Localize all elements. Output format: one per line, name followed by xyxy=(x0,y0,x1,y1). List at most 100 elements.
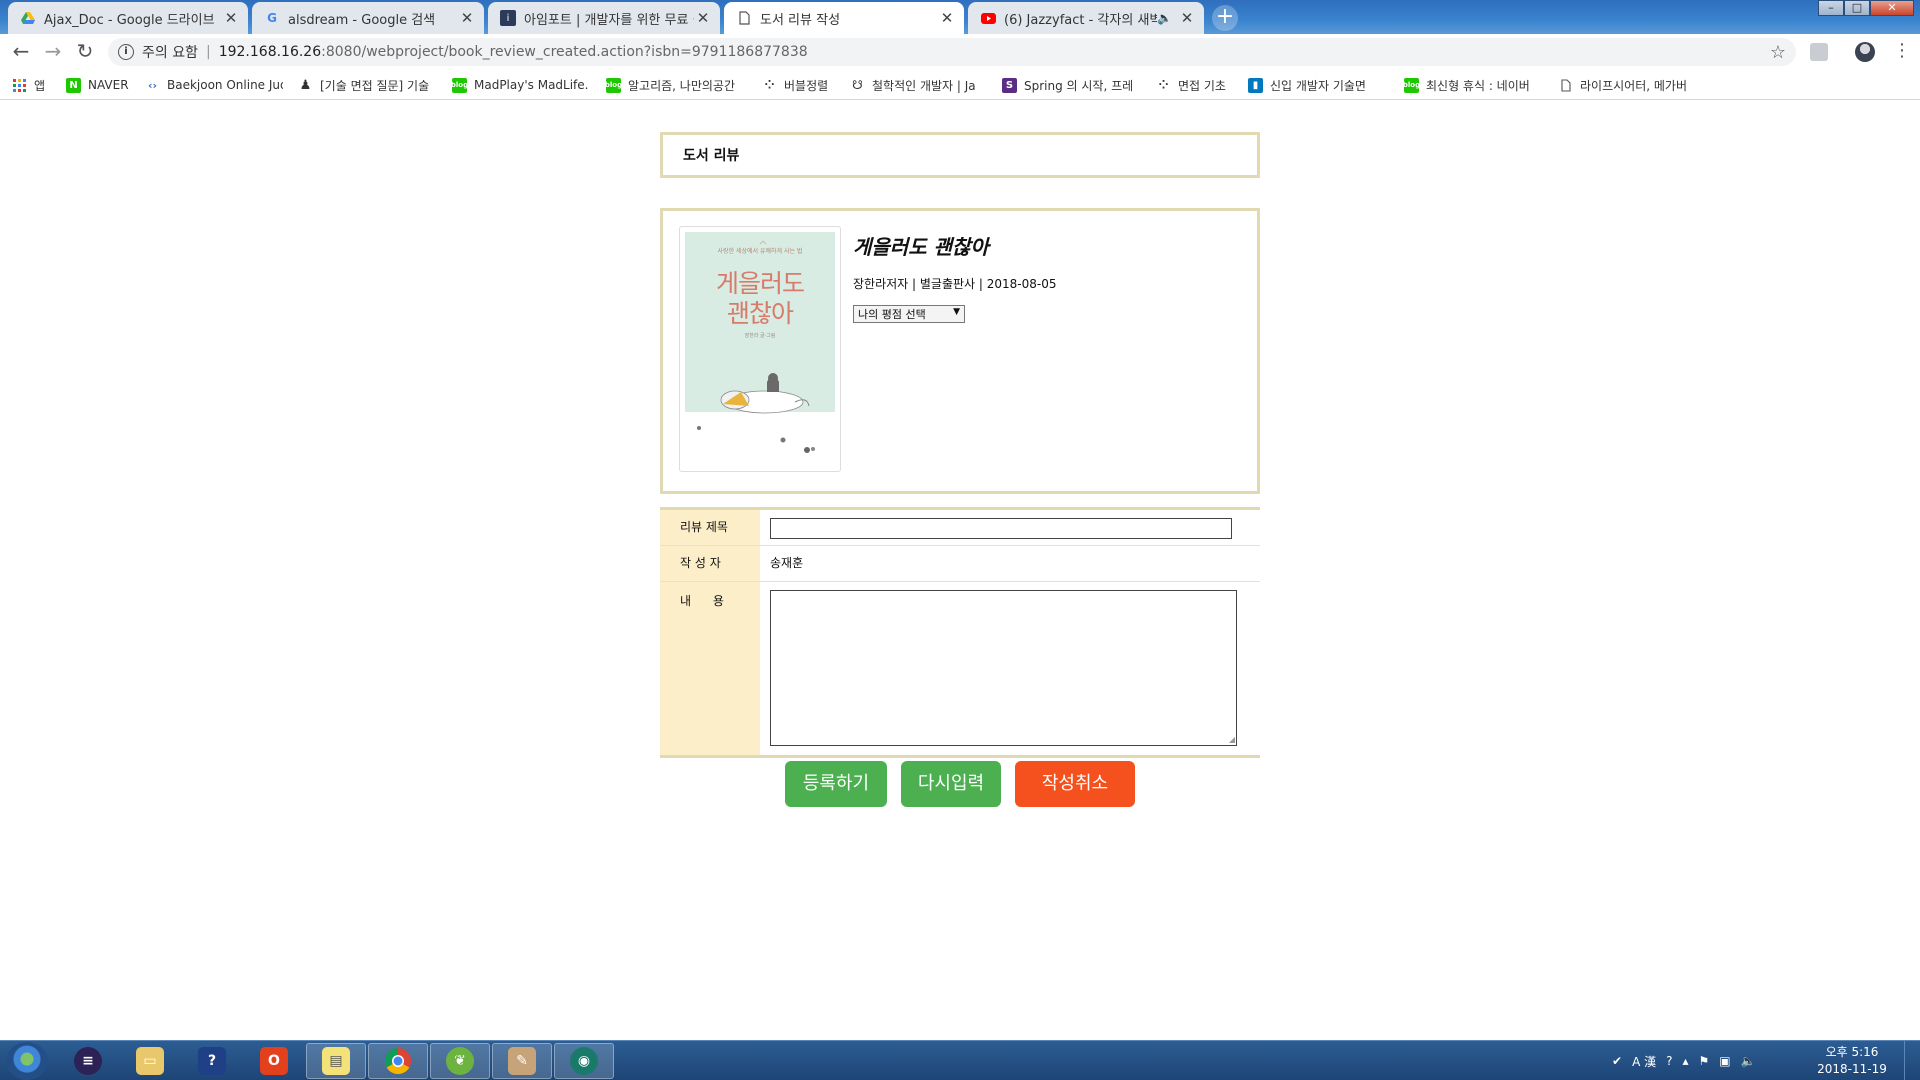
taskbar-explorer[interactable]: ▭ xyxy=(120,1043,180,1079)
back-button[interactable]: ← xyxy=(9,40,33,64)
bookmark-bubble-sort[interactable]: ⁘ 버블정렬 xyxy=(762,76,840,94)
close-icon[interactable]: ✕ xyxy=(1178,9,1196,27)
tab-title: 아임포트 | 개발자를 위한 무료 결 xyxy=(524,12,694,28)
close-icon[interactable]: ✕ xyxy=(458,9,476,27)
bookmark-philosophical-dev[interactable]: ☋ 철학적인 개발자 | Ja xyxy=(850,76,986,94)
taskbar: ≡ ▭ ? O ▤ ❦ ✎ ◉ ✔ A 漢 ? ▴ ⚑ ▣ 🔈 오후 5:16 … xyxy=(0,1040,1920,1080)
taskbar-help[interactable]: ? xyxy=(182,1043,242,1079)
bookmark-star-icon[interactable]: ☆ xyxy=(1770,42,1786,63)
page-icon xyxy=(736,10,752,26)
forward-button[interactable]: → xyxy=(41,40,65,64)
code-icon: ‹› xyxy=(147,78,158,92)
form-row-writer: 작 성 자 송재훈 xyxy=(660,546,1260,582)
file-explorer-icon: ▭ xyxy=(136,1047,164,1075)
maximize-button[interactable]: □ xyxy=(1844,0,1870,16)
google-drive-icon xyxy=(20,10,36,26)
naver-icon: N xyxy=(66,77,81,93)
taskbar-office[interactable]: O xyxy=(244,1043,304,1079)
taskbar-spring-tool[interactable]: ❦ xyxy=(430,1043,490,1079)
tab-title: alsdream - Google 검색 xyxy=(288,12,436,28)
close-icon[interactable]: ✕ xyxy=(938,9,956,27)
help-tray-icon[interactable]: ? xyxy=(1666,1054,1672,1068)
bookmark-algorithm[interactable]: blog 알고리즘, 나만의공간 xyxy=(606,76,744,94)
tab-youtube[interactable]: (6) Jazzyfact - 각자의 새벽 🔈 ✕ xyxy=(968,2,1204,34)
bookmark-baekjoon[interactable]: ‹› Baekjoon Online Jud xyxy=(145,76,283,94)
office-icon: O xyxy=(260,1047,288,1075)
speaker-icon[interactable]: 🔈 xyxy=(1157,11,1172,25)
help-icon: ? xyxy=(198,1047,226,1075)
volume-icon[interactable]: 🔈 xyxy=(1741,1054,1756,1068)
tab-title: 도서 리뷰 작성 xyxy=(760,12,841,28)
page-content: 도서 리뷰 사랑한 세상에서 유쾌하게 사는 법 게을러도 괜찮아 장한라 글·… xyxy=(0,101,1920,1040)
blog-icon: blog xyxy=(606,77,622,93)
eclipse-icon: ≡ xyxy=(74,1047,102,1075)
clock-time: 오후 5:16 xyxy=(1825,1045,1879,1059)
taskbar-gitkraken[interactable]: ◉ xyxy=(554,1043,614,1079)
bookmark-naver[interactable]: N NAVER xyxy=(66,76,132,94)
bookmark-madplay[interactable]: blog MadPlay's MadLife. xyxy=(452,76,590,94)
submit-button[interactable]: 등록하기 xyxy=(785,761,887,807)
ime-indicator[interactable]: A 漢 xyxy=(1632,1053,1656,1070)
menu-icon[interactable]: ⋮ xyxy=(1893,40,1911,61)
browser-toolbar: ← → ↻ i 주의 요함 | 192.168.16.26 :8080/webp… xyxy=(0,34,1920,70)
show-desktop-button[interactable] xyxy=(1904,1041,1920,1080)
start-button[interactable] xyxy=(6,1042,48,1080)
bookmark-new-dev-interview[interactable]: ▮ 신입 개발자 기술면 xyxy=(1248,76,1386,94)
taskbar-paint[interactable]: ✎ xyxy=(492,1043,552,1079)
close-icon[interactable]: ✕ xyxy=(694,9,712,27)
tab-title: Ajax_Doc - Google 드라이브 xyxy=(44,12,215,28)
review-title-input[interactable] xyxy=(770,518,1232,539)
cancel-button[interactable]: 작성취소 xyxy=(1015,761,1135,807)
network-icon[interactable]: ▣ xyxy=(1719,1054,1730,1068)
cover-cat-illustration xyxy=(697,240,815,453)
close-icon[interactable]: ✕ xyxy=(222,9,240,27)
sticky-notes-icon: ▤ xyxy=(322,1047,350,1075)
taskbar-chrome[interactable] xyxy=(368,1043,428,1079)
tab-iamport[interactable]: i 아임포트 | 개발자를 위한 무료 결 ✕ xyxy=(488,2,720,34)
review-title-label: 리뷰 제목 xyxy=(660,510,760,545)
close-window-button[interactable]: ✕ xyxy=(1870,0,1914,16)
book-cover-image: 사랑한 세상에서 유쾌하게 사는 법 게을러도 괜찮아 장한라 글·그림 xyxy=(685,232,835,466)
bookmark-interview-basics[interactable]: ⁘ 면접 기초 xyxy=(1156,76,1236,94)
document-icon xyxy=(1558,78,1573,93)
bookmark-label: [기술 면접 질문] 기술 xyxy=(320,78,430,93)
tab-book-review[interactable]: 도서 리뷰 작성 ✕ xyxy=(724,2,964,34)
bookmark-tech-interview[interactable]: ♟ [기술 면접 질문] 기술 xyxy=(298,76,436,94)
resize-grip-icon[interactable]: ◢ xyxy=(1229,735,1235,744)
address-separator: | xyxy=(205,44,211,60)
taskbar-eclipse[interactable]: ≡ xyxy=(58,1043,118,1079)
shield-icon[interactable]: ✔ xyxy=(1612,1054,1622,1068)
apps-grid-icon xyxy=(12,78,27,93)
flag-icon[interactable]: ⚑ xyxy=(1699,1054,1710,1068)
bookmark-latest-rest[interactable]: blog 최신형 휴식 : 네이버 xyxy=(1404,76,1542,94)
bookmark-label: NAVER xyxy=(88,78,129,92)
tab-ajax-doc[interactable]: Ajax_Doc - Google 드라이브 ✕ xyxy=(8,2,248,34)
address-bar[interactable]: i 주의 요함 | 192.168.16.26 :8080/webproject… xyxy=(108,38,1796,66)
rating-select[interactable]: 나의 평점 선택 ▼ xyxy=(853,305,965,323)
info-icon[interactable]: i xyxy=(118,44,134,60)
paint-icon: ✎ xyxy=(508,1047,536,1075)
writer-value: 송재훈 xyxy=(770,556,804,570)
reload-button[interactable]: ↻ xyxy=(73,40,97,64)
extension-icon[interactable] xyxy=(1810,43,1828,61)
bookmark-life-theater[interactable]: 라이프시어터, 메가버 xyxy=(1558,76,1696,94)
bookmark-apps[interactable]: 앱 xyxy=(12,76,52,94)
tray-expand-icon[interactable]: ▴ xyxy=(1682,1054,1688,1068)
system-tray: ✔ A 漢 ? ▴ ⚑ ▣ 🔈 xyxy=(1612,1049,1756,1073)
minimize-button[interactable]: – xyxy=(1818,0,1844,16)
bookmark-label: 신입 개발자 기술면 xyxy=(1270,78,1366,93)
clock[interactable]: 오후 5:16 2018-11-19 xyxy=(1810,1044,1894,1078)
avatar[interactable] xyxy=(1855,42,1875,62)
reset-button[interactable]: 다시입력 xyxy=(901,761,1001,807)
dots-icon: ⁘ xyxy=(1158,78,1169,92)
tab-title: (6) Jazzyfact - 각자의 새벽 xyxy=(1004,12,1158,28)
form-row-title: 리뷰 제목 xyxy=(660,510,1260,546)
review-content-textarea[interactable]: ◢ xyxy=(770,590,1237,746)
rating-select-value: 나의 평점 선택 xyxy=(858,308,926,321)
security-warning[interactable]: 주의 요함 xyxy=(142,42,198,62)
bookmark-spring[interactable]: S Spring 의 시작, 프레 xyxy=(1002,76,1138,94)
tab-google-search[interactable]: G alsdream - Google 검색 ✕ xyxy=(252,2,484,34)
taskbar-sticky-notes[interactable]: ▤ xyxy=(306,1043,366,1079)
new-tab-button[interactable]: + xyxy=(1212,5,1238,31)
google-icon: G xyxy=(267,11,277,25)
